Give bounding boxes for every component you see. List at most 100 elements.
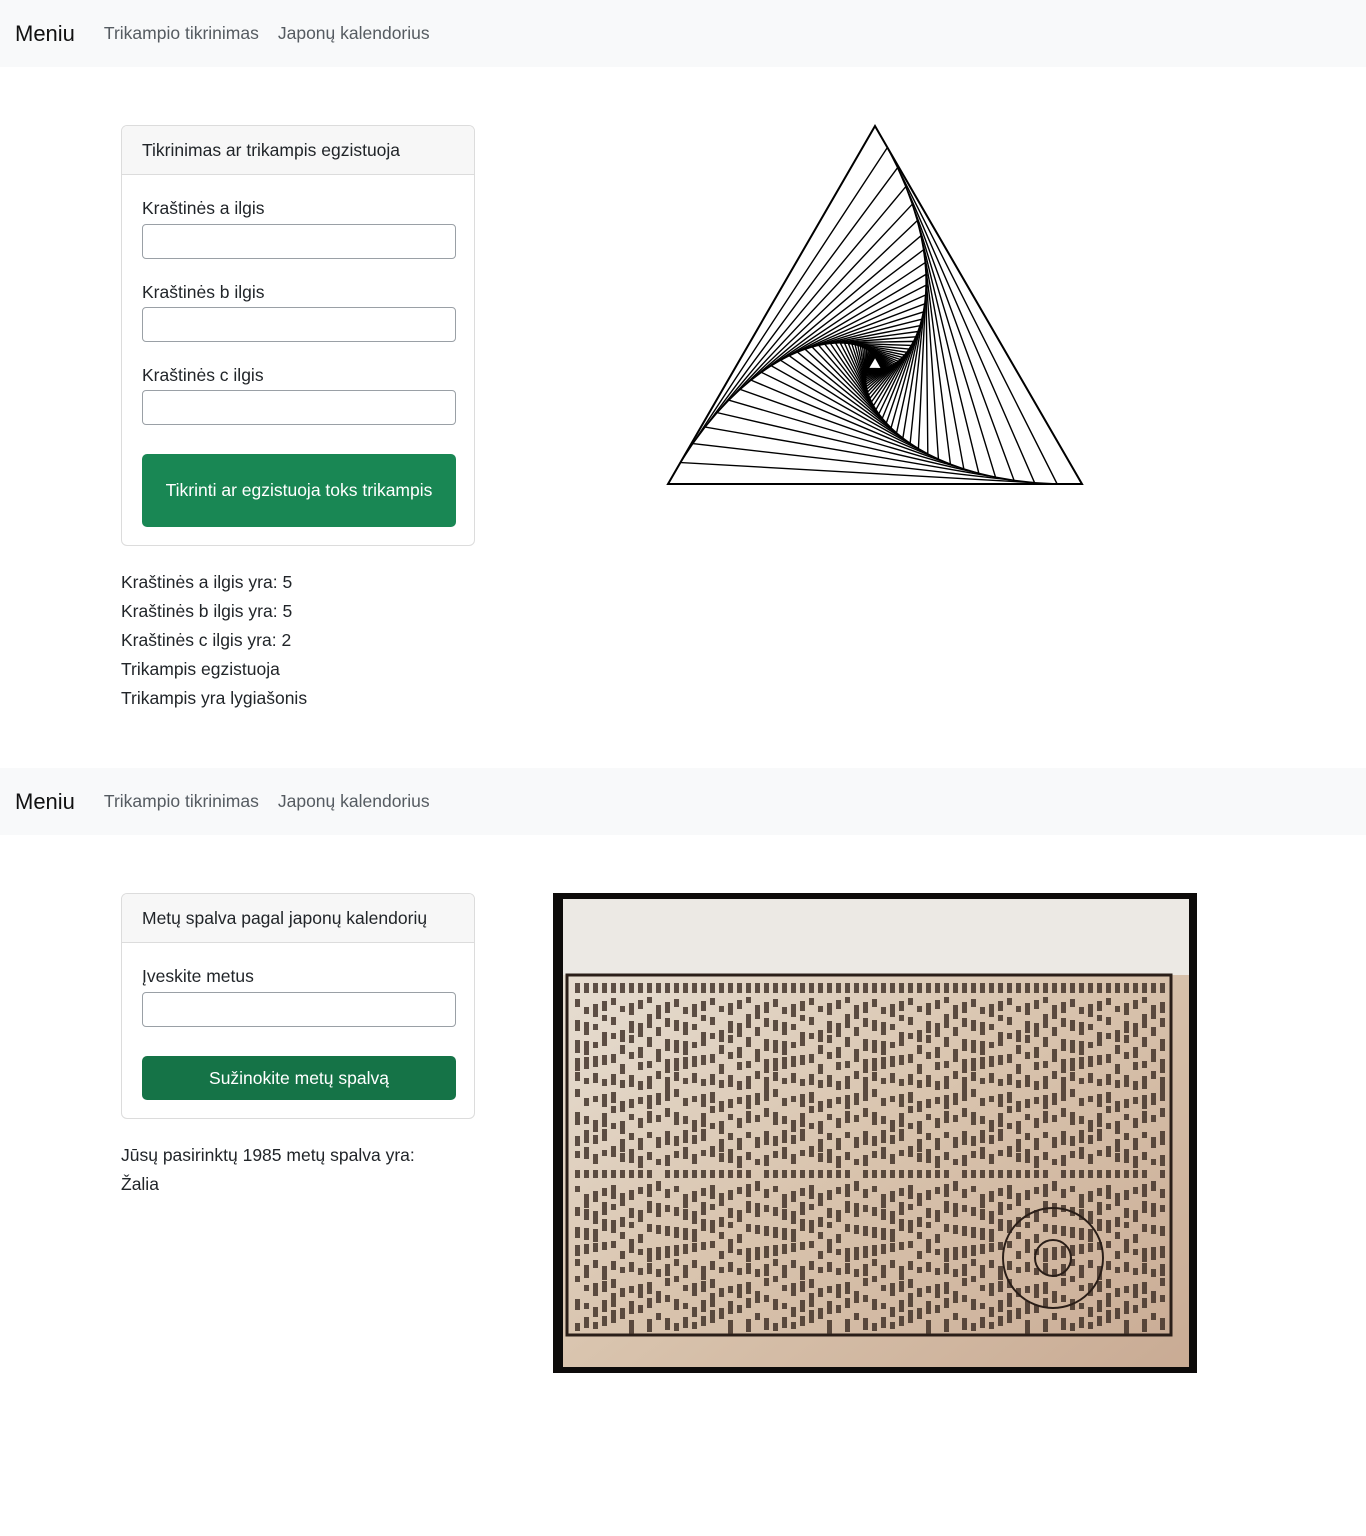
calendar-glyph: [611, 1293, 616, 1307]
calendar-glyph: [1052, 1159, 1057, 1165]
side-a-input[interactable]: [142, 224, 456, 259]
side-b-input[interactable]: [142, 307, 456, 342]
calendar-glyph: [962, 1155, 967, 1166]
calendar-glyph: [890, 1191, 895, 1202]
calendar-glyph: [1160, 1295, 1165, 1302]
nav-link-triangle[interactable]: Trikampio tikrinimas: [104, 23, 259, 44]
calendar-glyph: [575, 1089, 580, 1097]
calendar-glyph: [1007, 1017, 1012, 1025]
calendar-glyph: [962, 1039, 967, 1051]
calendar-glyph: [1079, 1098, 1084, 1106]
calendar-glyph: [1079, 1022, 1084, 1035]
calendar-glyph: [1133, 1097, 1138, 1104]
calendar-glyph: [1106, 1293, 1111, 1307]
calendar-glyph: [971, 1227, 976, 1238]
calendar-glyph: [1034, 1138, 1039, 1150]
calendar-glyph: [1151, 1181, 1156, 1191]
calendar-glyph: [818, 1080, 823, 1088]
calendar-glyph: [620, 1101, 625, 1112]
calendar-glyph: [809, 1033, 814, 1039]
navbar-brand[interactable]: Meniu: [15, 21, 75, 47]
calendar-glyph: [935, 1097, 940, 1104]
calendar-glyph: [737, 1234, 742, 1243]
calendar-glyph: [1007, 1054, 1012, 1063]
calendar-glyph: [1088, 983, 1093, 993]
calendar-glyph: [755, 1225, 760, 1234]
calendar-glyph: [863, 1295, 868, 1302]
calendar-glyph: [593, 983, 598, 993]
calendar-glyph: [1097, 1129, 1102, 1141]
calendar-glyph: [1097, 1281, 1102, 1292]
calendar-glyph: [773, 1151, 778, 1158]
calendar-glyph: [800, 1055, 805, 1065]
calendar-glyph: [1097, 1055, 1102, 1065]
calendar-glyph: [971, 983, 976, 993]
calendar-glyph: [791, 1135, 796, 1144]
calendar-glyph: [935, 1268, 940, 1275]
calendar-glyph: [692, 1211, 697, 1224]
year-color-button[interactable]: Sužinokite metų spalvą: [142, 1056, 456, 1100]
calendar-glyph: [1061, 1155, 1066, 1166]
calendar-glyph: [584, 983, 589, 993]
calendar-glyph: [980, 1194, 985, 1208]
navbar-brand-2[interactable]: Meniu: [15, 789, 75, 815]
calendar-glyph: [863, 1318, 868, 1330]
calendar-glyph: [890, 1096, 895, 1102]
nav-link-calendar-2[interactable]: Japonų kalendorius: [278, 791, 430, 812]
calendar-glyph: [656, 1181, 661, 1191]
calendar-glyph: [1061, 1002, 1066, 1013]
calendar-glyph: [944, 983, 949, 993]
calendar-glyph: [1106, 1261, 1111, 1270]
calendar-glyph: [890, 1073, 895, 1083]
calendar-glyph: [1097, 1094, 1102, 1107]
calendar-glyph: [1115, 1080, 1120, 1088]
calendar-glyph: [791, 1322, 796, 1329]
calendar-glyph: [1160, 1205, 1165, 1212]
calendar-glyph: [899, 1079, 904, 1086]
calendar-glyph: [872, 1207, 877, 1216]
calendar-glyph: [665, 1318, 670, 1330]
calendar-glyph: [854, 1093, 859, 1105]
calendar-glyph: [647, 1319, 652, 1332]
calendar-glyph: [953, 1027, 958, 1036]
calendar-glyph: [656, 1115, 661, 1122]
year-input[interactable]: [142, 992, 456, 1027]
calendar-glyph: [836, 1156, 841, 1168]
calendar-glyph: [1052, 1137, 1057, 1148]
calendar-glyph: [755, 1027, 760, 1036]
calendar-glyph: [701, 1242, 706, 1250]
nav-link-triangle-2[interactable]: Trikampio tikrinimas: [104, 791, 259, 812]
calendar-glyph: [638, 1118, 643, 1128]
calendar-glyph: [710, 998, 715, 1005]
calendar-glyph: [764, 1264, 769, 1276]
calendar-glyph: [1043, 1132, 1048, 1138]
calendar-glyph: [890, 1135, 895, 1144]
calendar-glyph: [953, 1181, 958, 1191]
calendar-glyph: [1043, 1152, 1048, 1160]
nav-link-calendar[interactable]: Japonų kalendorius: [278, 23, 430, 44]
check-triangle-button[interactable]: Tikrinti ar egzistuoja toks trikampis: [142, 454, 456, 527]
calendar-glyph: [899, 1316, 904, 1326]
calendar-glyph: [899, 1129, 904, 1141]
calendar-glyph: [1052, 1225, 1057, 1234]
calendar-glyph: [602, 1032, 607, 1046]
calendar-glyph: [962, 1318, 967, 1330]
calendar-glyph: [710, 1310, 715, 1323]
calendar-glyph: [647, 1170, 652, 1178]
calendar-glyph: [971, 1299, 976, 1310]
calendar-glyph: [1025, 1170, 1030, 1178]
calendar-glyph: [602, 1219, 607, 1231]
calendar-glyph: [1088, 1229, 1093, 1242]
calendar-glyph: [899, 1150, 904, 1156]
side-c-input[interactable]: [142, 390, 456, 425]
calendar-glyph: [782, 1170, 787, 1178]
calendar-glyph: [908, 1123, 913, 1129]
calendar-glyph: [1160, 1059, 1165, 1073]
calendar-glyph: [1079, 1265, 1084, 1278]
calendar-glyph: [791, 1042, 796, 1048]
calendar-glyph: [935, 983, 940, 993]
calendar-glyph: [944, 1076, 949, 1089]
calendar-glyph: [1133, 1187, 1138, 1194]
calendar-glyph: [764, 1246, 769, 1258]
calendar-glyph: [737, 1156, 742, 1168]
